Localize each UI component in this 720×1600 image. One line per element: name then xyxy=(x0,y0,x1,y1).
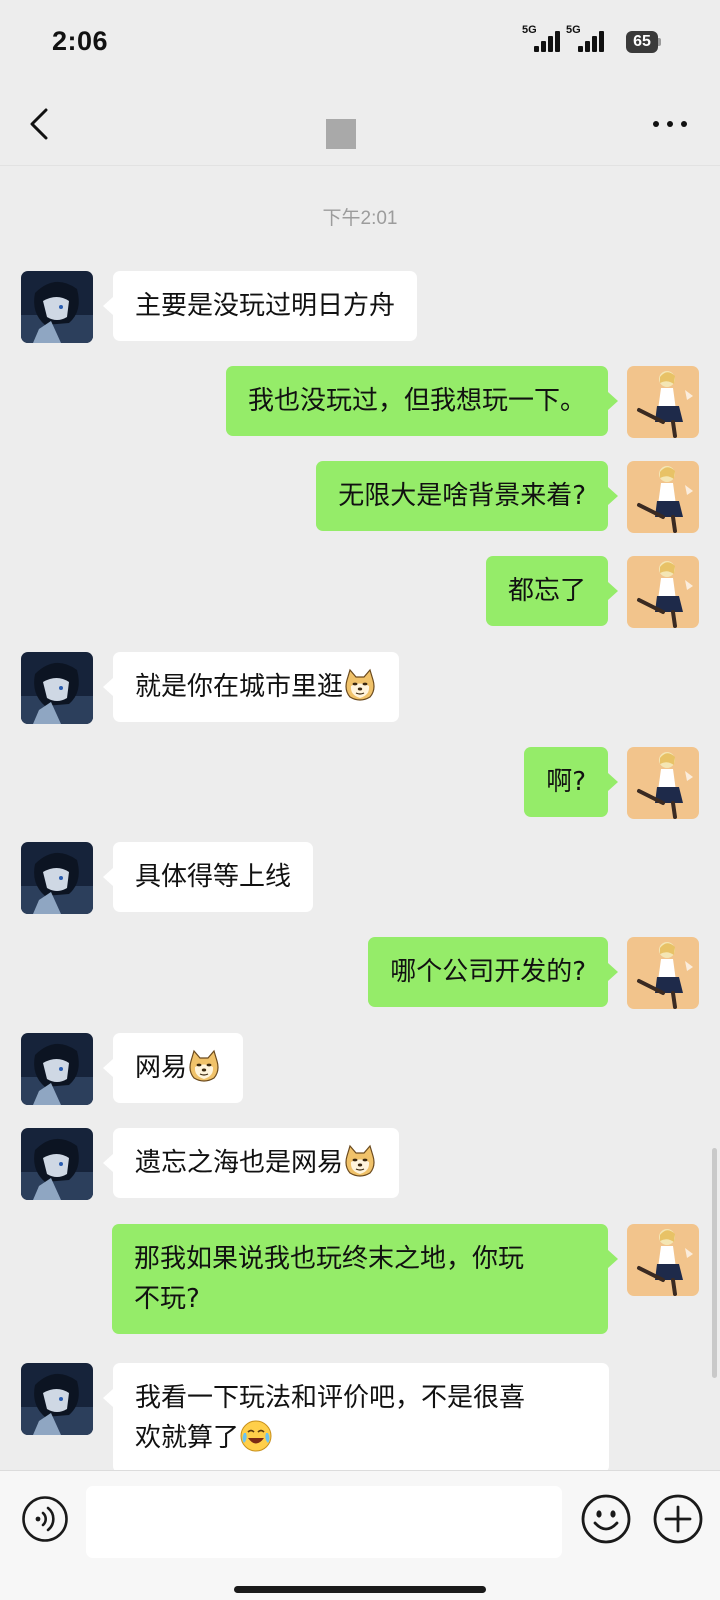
own-avatar[interactable] xyxy=(627,747,699,819)
voice-icon xyxy=(22,1496,68,1542)
back-button[interactable] xyxy=(24,106,60,142)
smiley-icon xyxy=(581,1494,631,1544)
scrollbar[interactable] xyxy=(712,1148,717,1378)
more-button[interactable] xyxy=(648,106,692,142)
contact-avatar-image xyxy=(21,1033,93,1105)
message-bubble-received[interactable]: 具体得等上线 xyxy=(102,842,314,912)
message-bubble-sent[interactable]: 哪个公司开发的? xyxy=(368,937,618,1007)
contact-avatar-image xyxy=(21,842,93,914)
message-bubble-received[interactable]: 就是你在城市里逛 xyxy=(102,652,400,722)
own-avatar-image xyxy=(627,461,699,533)
own-avatar-image xyxy=(627,1224,699,1296)
status-time: 2:06 xyxy=(52,26,109,56)
message-bubble-sent[interactable]: 那我如果说我也玩终末之地，你玩 不玩? xyxy=(112,1224,618,1334)
signal-icon-sim2: 5G xyxy=(566,24,610,54)
contact-avatar-image xyxy=(21,652,93,724)
contact-avatar[interactable] xyxy=(21,271,93,343)
message-bubble-sent[interactable]: 都忘了 xyxy=(485,556,619,626)
battery-level: 65 xyxy=(633,33,651,50)
own-avatar[interactable] xyxy=(627,366,699,438)
message-bubble-sent[interactable]: 我也没玩过，但我想玩一下。 xyxy=(225,366,619,436)
own-avatar-image xyxy=(627,556,699,628)
message-bubble-sent[interactable]: 无限大是啥背景来着? xyxy=(316,461,618,531)
message-bubble-received[interactable]: 网易 xyxy=(102,1033,244,1103)
emoji-button[interactable] xyxy=(580,1493,632,1545)
chat-header xyxy=(0,84,720,166)
contact-avatar[interactable] xyxy=(21,842,93,914)
contact-avatar-image xyxy=(21,1363,93,1435)
input-bar xyxy=(0,1470,720,1600)
chevron-left-icon xyxy=(30,108,48,140)
message-bubble-received[interactable]: 主要是没玩过明日方舟 xyxy=(102,271,418,341)
message-bubble-received[interactable]: 我看一下玩法和评价吧，不是很喜 欢就算了 xyxy=(103,1363,609,1473)
voice-button[interactable] xyxy=(21,1495,69,1543)
own-avatar[interactable] xyxy=(627,1224,699,1296)
own-avatar[interactable] xyxy=(627,556,699,628)
contact-avatar-image xyxy=(21,1128,93,1200)
doge-emoji-icon xyxy=(343,668,377,702)
own-avatar[interactable] xyxy=(627,461,699,533)
plus-icon xyxy=(653,1494,703,1544)
message-bubble-received[interactable]: 遗忘之海也是网易 xyxy=(102,1128,400,1198)
contact-avatar[interactable] xyxy=(21,1033,93,1105)
own-avatar-image xyxy=(627,366,699,438)
battery-icon: 65 xyxy=(626,31,664,53)
own-avatar-image xyxy=(627,937,699,1009)
own-avatar[interactable] xyxy=(627,937,699,1009)
own-avatar-image xyxy=(627,747,699,819)
laughing-crying-emoji-icon xyxy=(239,1419,273,1453)
contact-avatar[interactable] xyxy=(21,1128,93,1200)
contact-avatar[interactable] xyxy=(21,652,93,724)
more-functions-button[interactable] xyxy=(652,1493,704,1545)
contact-avatar[interactable] xyxy=(21,1363,93,1435)
message-input[interactable] xyxy=(86,1486,562,1558)
message-bubble-sent[interactable]: 啊? xyxy=(524,747,618,817)
home-indicator[interactable] xyxy=(234,1586,486,1593)
status-bar: 2:06 5G 5G 65 xyxy=(0,0,720,84)
doge-emoji-icon xyxy=(187,1049,221,1083)
doge-emoji-icon xyxy=(343,1144,377,1178)
signal-icon-sim1: 5G xyxy=(522,24,566,54)
chat-title-redacted xyxy=(326,119,356,149)
ellipsis-icon xyxy=(653,121,687,127)
message-timestamp: 下午2:01 xyxy=(322,208,398,229)
contact-avatar-image xyxy=(21,271,93,343)
